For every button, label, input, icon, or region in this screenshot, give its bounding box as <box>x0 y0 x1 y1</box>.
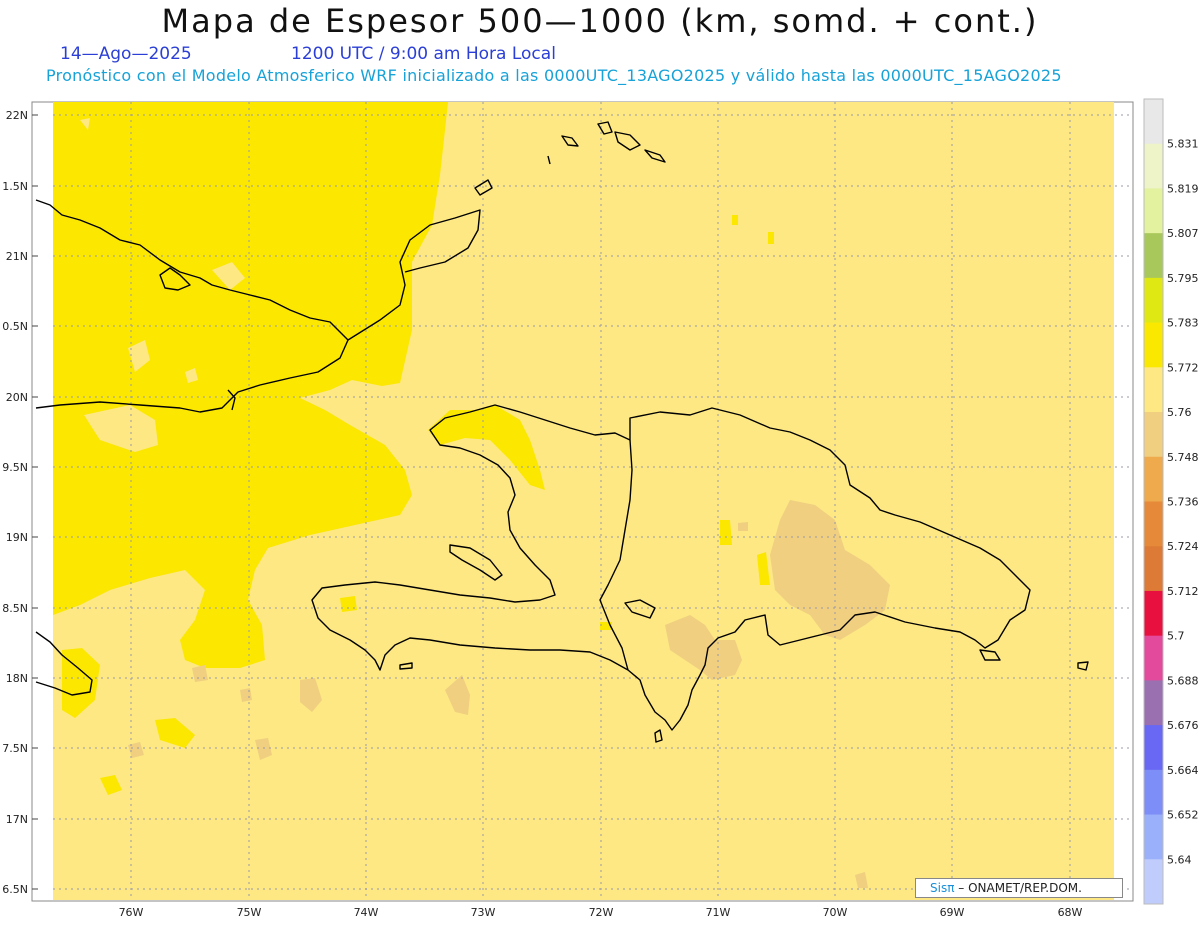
colorbar-label: 5.664 <box>1167 764 1199 777</box>
colorbar-swatch <box>1144 188 1163 234</box>
lon-label: 71W <box>706 906 731 919</box>
lon-label: 76W <box>119 906 144 919</box>
map-figure: 22N 1.5N 21N 0.5N 20N 9.5N 19N 8.5N 18N … <box>2 98 1199 919</box>
credit-text: – ONAMET/REP.DOM. <box>958 881 1082 895</box>
lat-label: 1.5N <box>2 180 28 193</box>
colorbar-swatch <box>1144 725 1163 771</box>
lon-label: 72W <box>589 906 614 919</box>
colorbar-label: 5.795 <box>1167 272 1199 285</box>
lat-label: 9.5N <box>2 461 28 474</box>
lat-label: 20N <box>6 391 28 404</box>
lon-label: 73W <box>471 906 496 919</box>
colorbar-label: 5.831 <box>1167 138 1199 151</box>
colorbar-swatch <box>1144 456 1163 502</box>
colorbar-label: 5.772 <box>1167 361 1199 374</box>
lat-label: 21N <box>6 250 28 263</box>
colorbar-label: 5.688 <box>1167 674 1199 687</box>
lat-axis: 22N 1.5N 21N 0.5N 20N 9.5N 19N 8.5N 18N … <box>2 109 28 896</box>
colorbar <box>1143 98 1164 905</box>
lon-label: 68W <box>1058 906 1083 919</box>
lon-label: 74W <box>354 906 379 919</box>
lat-label: 7.5N <box>2 742 28 755</box>
lat-label: 22N <box>6 109 28 122</box>
colorbar-swatch <box>1144 412 1163 458</box>
colorbar-swatch <box>1144 680 1163 726</box>
colorbar-label: 5.783 <box>1167 317 1199 330</box>
credit-brand: Sisπ <box>930 881 955 895</box>
colorbar-label: 5.724 <box>1167 540 1199 553</box>
lon-axis: 76W 75W 74W 73W 72W 71W 70W 69W 68W <box>119 906 1083 919</box>
colorbar-label: 5.64 <box>1167 853 1192 866</box>
colorbar-label: 5.7 <box>1167 630 1185 643</box>
colorbar-swatch <box>1144 769 1163 816</box>
colorbar-swatch <box>1144 233 1163 279</box>
lon-label: 69W <box>940 906 965 919</box>
thickness-field-high-patch <box>768 232 774 244</box>
colorbar-label: 5.819 <box>1167 182 1199 195</box>
colorbar-swatch <box>1144 814 1163 860</box>
colorbar-swatch <box>1144 635 1163 681</box>
lon-label: 75W <box>237 906 262 919</box>
lat-label: 18N <box>6 672 28 685</box>
colorbar-swatch <box>1144 277 1163 324</box>
lat-label: 0.5N <box>2 320 28 333</box>
colorbar-swatch <box>1144 590 1163 637</box>
colorbar-swatch <box>1144 99 1163 145</box>
thickness-field-high-patch <box>732 215 738 225</box>
colorbar-swatch <box>1144 546 1163 592</box>
credit-box: Sisπ – ONAMET/REP.DOM. <box>915 878 1123 898</box>
colorbar-labels: 5.831 5.819 5.807 5.795 5.783 5.772 5.76 5.748 5… <box>1167 138 1199 867</box>
colorbar-label: 5.652 <box>1167 809 1199 822</box>
colorbar-label: 5.712 <box>1167 585 1199 598</box>
lon-label: 70W <box>823 906 848 919</box>
lat-label: 6.5N <box>2 883 28 896</box>
lat-label: 8.5N <box>2 602 28 615</box>
colorbar-label: 5.76 <box>1167 406 1192 419</box>
thickness-field-low-patch <box>240 688 252 702</box>
thickness-field-high-patch <box>340 596 357 612</box>
lat-label: 17N <box>6 813 28 826</box>
colorbar-label: 5.748 <box>1167 451 1199 464</box>
colorbar-swatch <box>1144 367 1163 413</box>
colorbar-label: 5.676 <box>1167 719 1199 732</box>
colorbar-swatch <box>1144 322 1163 368</box>
colorbar-label: 5.736 <box>1167 496 1199 509</box>
lat-label: 19N <box>6 531 28 544</box>
colorbar-swatch <box>1144 859 1163 905</box>
thickness-field-low-patch <box>738 522 748 531</box>
colorbar-swatch <box>1144 143 1163 189</box>
colorbar-swatch <box>1144 501 1163 547</box>
colorbar-label: 5.807 <box>1167 227 1199 240</box>
thickness-field-high-patch <box>720 520 732 545</box>
